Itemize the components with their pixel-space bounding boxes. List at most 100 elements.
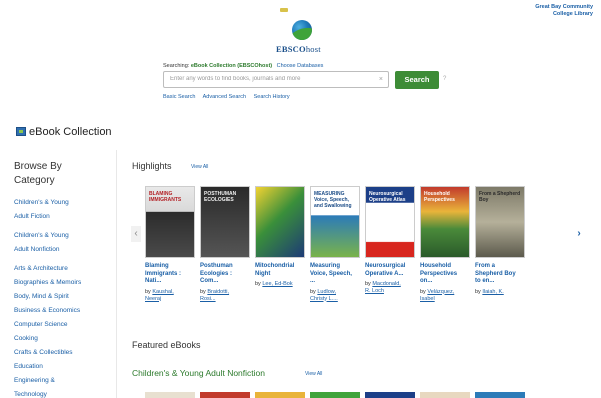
search-history-link[interactable]: Search History <box>254 94 290 100</box>
browse-title-line-2: Category <box>14 175 55 186</box>
by-label: by <box>310 288 316 295</box>
book-title-link[interactable]: Household Perspectives on... <box>420 263 470 286</box>
title-line: Shepherd Boy <box>475 270 516 277</box>
book-author: by Ludlow, Christy L.... <box>310 289 360 303</box>
category-link[interactable]: Computer Science <box>14 318 114 332</box>
book-item[interactable]: From a Shepherd Boy From a Shepherd Boy … <box>475 186 525 296</box>
book-title-link[interactable]: Neurosurgical Operative A... <box>365 263 415 278</box>
book-item[interactable]: BLAMING IMMIGRANTS Blaming Immigrants : … <box>145 186 195 303</box>
category-link[interactable]: Body, Mind & Spirit <box>14 290 114 304</box>
category-link[interactable]: Biographies & Memoirs <box>14 276 114 290</box>
brand-sub: host <box>305 44 321 54</box>
author-link[interactable]: Macdonald, <box>372 281 400 287</box>
institution-name[interactable]: Great Bay Community College Library <box>535 4 593 18</box>
author-link[interactable]: Ilaiah, K. <box>482 289 503 295</box>
title-line: Perspectives <box>420 270 458 277</box>
cover-text: Neurosurgical Operative Atlas <box>369 191 406 203</box>
book-item[interactable]: Mitochondrial Night by Lee, Ed-Bok <box>255 186 305 288</box>
author-link[interactable]: Christy L.... <box>310 296 338 302</box>
category-link[interactable]: Adult Nonfiction <box>14 243 114 257</box>
author-link[interactable]: R. Loch <box>365 288 384 294</box>
title-line: on... <box>420 278 433 284</box>
carousel-next-icon[interactable]: › <box>574 226 584 242</box>
carousel-prev-icon[interactable]: ‹ <box>131 226 141 242</box>
author-link[interactable]: Kaushal, <box>152 289 173 295</box>
ebook-collection-icon <box>16 127 26 136</box>
book-cover[interactable]: Household Perspectives <box>420 186 470 258</box>
book-cover[interactable]: POSTHUMAN ECOLOGIES <box>200 186 250 258</box>
title-line: Household <box>420 263 451 269</box>
search-button[interactable]: Search <box>395 71 439 89</box>
advanced-search-link[interactable]: Advanced Search <box>203 94 246 100</box>
book-cover[interactable]: MEASURING Voice, Speech, and Swallowing <box>310 186 360 258</box>
search-options-links: Basic Search Advanced Search Search Hist… <box>163 94 296 100</box>
brand-main: EBSCO <box>276 44 306 54</box>
choose-databases-link[interactable]: Choose Databases <box>277 63 324 69</box>
category-link[interactable]: Engineering & <box>14 374 114 388</box>
category-link[interactable]: Cooking <box>14 332 114 346</box>
featured-book-cover[interactable] <box>365 392 415 398</box>
title-line: Blaming <box>145 263 169 269</box>
institution-line-2: College Library <box>552 11 593 17</box>
browse-sidebar: Browse By Category Children's & Young Ad… <box>14 160 114 398</box>
category-link[interactable]: Arts & Architecture <box>14 262 114 276</box>
featured-book-cover[interactable] <box>255 392 305 398</box>
author-link[interactable]: Velázquez, <box>427 289 454 295</box>
browse-title-line-1: Browse By <box>14 161 62 172</box>
category-link[interactable]: Children's & Young <box>14 229 114 243</box>
cover-text: MEASURING Voice, Speech, and Swallowing <box>314 191 352 209</box>
author-link[interactable]: Lee, Ed-Bok <box>262 281 292 287</box>
author-link[interactable]: Rosi... <box>200 296 216 302</box>
highlights-view-all-link[interactable]: View All <box>191 164 208 170</box>
author-link[interactable]: Ludlow, <box>317 289 336 295</box>
book-item[interactable]: MEASURING Voice, Speech, and Swallowing … <box>310 186 360 303</box>
book-item[interactable]: Household Perspectives Household Perspec… <box>420 186 470 303</box>
basic-search-link[interactable]: Basic Search <box>163 94 195 100</box>
browse-title: Browse By Category <box>14 160 114 188</box>
book-author: by Ilaiah, K. <box>475 289 525 296</box>
book-author: by Velázquez, Isabel <box>420 289 470 303</box>
category-link[interactable]: Business & Economics <box>14 304 114 318</box>
author-link[interactable]: Braidotti, <box>207 289 229 295</box>
featured-book-cover[interactable] <box>475 392 525 398</box>
category-link[interactable]: Education <box>14 360 114 374</box>
featured-book-cover[interactable] <box>145 392 195 398</box>
book-title-link[interactable]: From a Shepherd Boy to en... <box>475 263 525 286</box>
book-cover[interactable]: Neurosurgical Operative Atlas <box>365 186 415 258</box>
category-link[interactable]: Children's & Young <box>14 196 114 210</box>
brand-name: EBSCOhost <box>276 44 321 54</box>
author-link[interactable]: Neeraj <box>145 296 161 302</box>
clear-icon[interactable]: × <box>379 76 383 84</box>
title-line: Ecologies : <box>200 270 233 277</box>
book-author: by Braidotti, Rosi... <box>200 289 250 303</box>
category-link[interactable]: Technology <box>14 388 114 398</box>
title-line: to en... <box>475 278 495 284</box>
book-cover[interactable] <box>255 186 305 258</box>
featured-view-all-link[interactable]: View All <box>305 371 322 377</box>
title-line: Measuring <box>310 263 341 269</box>
cover-text: POSTHUMAN ECOLOGIES <box>204 191 237 203</box>
featured-book-cover[interactable] <box>310 392 360 398</box>
book-cover[interactable]: From a Shepherd Boy <box>475 186 525 258</box>
search-box[interactable]: × <box>163 71 389 88</box>
help-icon[interactable]: ? <box>443 76 446 82</box>
featured-book-cover[interactable] <box>200 392 250 398</box>
book-item[interactable]: POSTHUMAN ECOLOGIES Posthuman Ecologies … <box>200 186 250 303</box>
by-label: by <box>255 281 261 287</box>
book-item[interactable]: Neurosurgical Operative Atlas Neurosurgi… <box>365 186 415 295</box>
book-cover[interactable]: BLAMING IMMIGRANTS <box>145 186 195 258</box>
globe-logo-icon <box>292 20 312 40</box>
title-line: Neurosurgical <box>365 263 406 269</box>
category-link[interactable]: Crafts & Collectibles <box>14 346 114 360</box>
book-title-link[interactable]: Posthuman Ecologies : Com... <box>200 263 250 286</box>
title-line: Posthuman <box>200 263 233 269</box>
book-author: by Macdonald, R. Loch <box>365 281 415 295</box>
author-link[interactable]: Isabel <box>420 296 435 302</box>
featured-book-cover[interactable] <box>420 392 470 398</box>
book-title-link[interactable]: Mitochondrial Night <box>255 263 305 278</box>
category-link[interactable]: Adult Fiction <box>14 210 114 224</box>
book-title-link[interactable]: Blaming Immigrants : Nati... <box>145 263 195 286</box>
badge-icon <box>280 8 288 12</box>
search-input[interactable] <box>170 76 370 82</box>
book-title-link[interactable]: Measuring Voice, Speech, ... <box>310 263 360 286</box>
